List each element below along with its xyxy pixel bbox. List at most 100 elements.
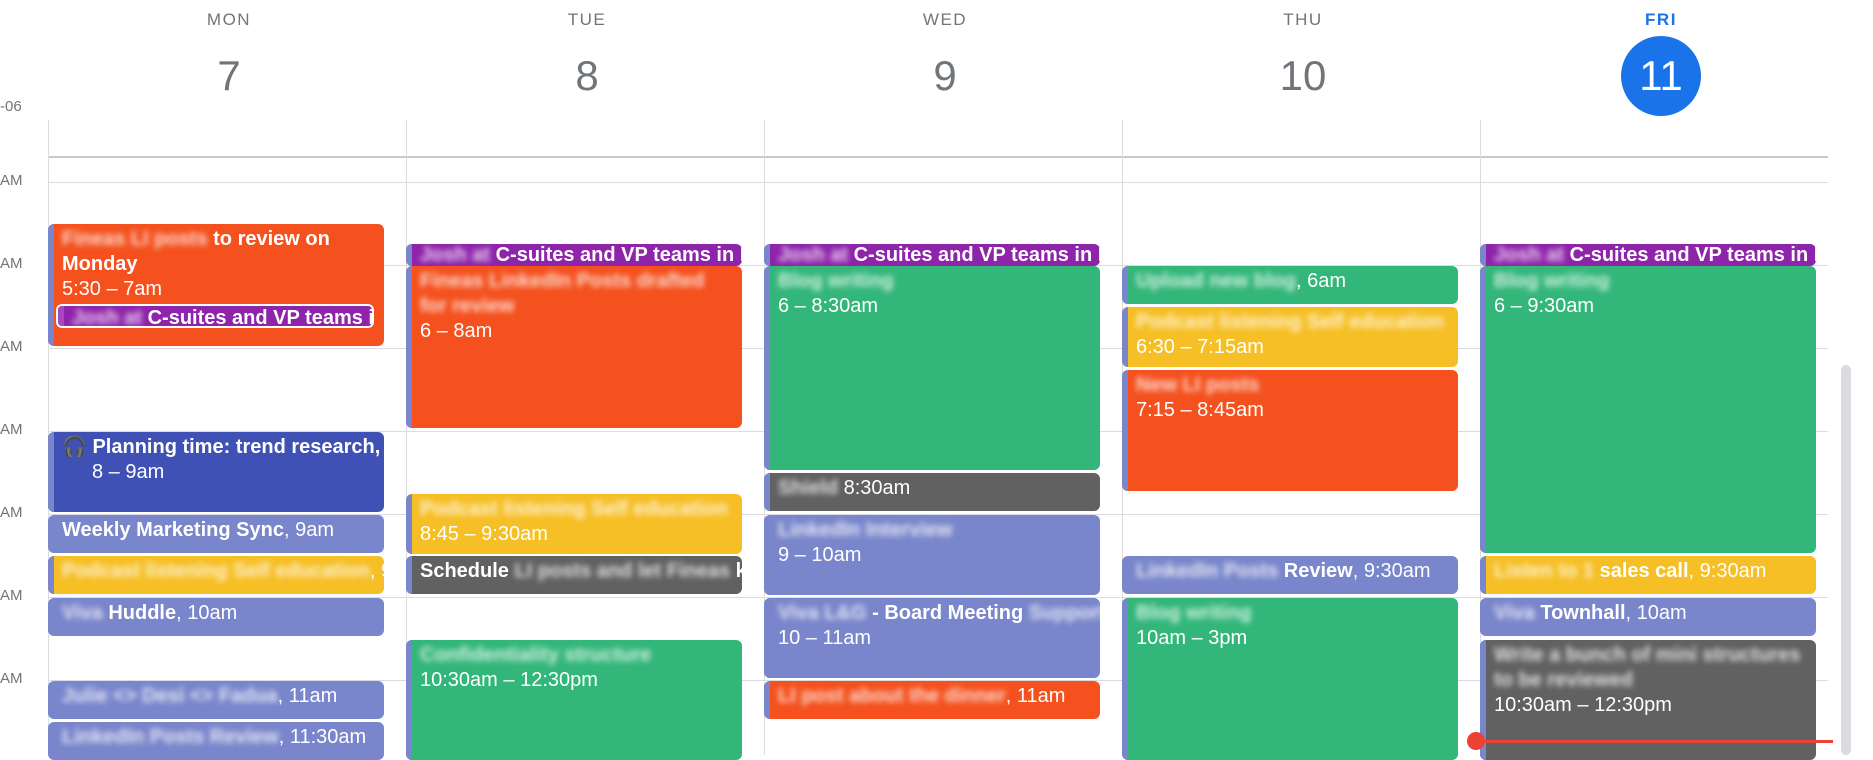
event-time: 6 – 8am [420, 320, 493, 342]
day-of-week: MON [206, 10, 252, 29]
event-title: Julie <> Desi <> Fadua, 11am [62, 685, 338, 707]
hour-label: AM [0, 172, 23, 189]
vertical-scrollbar[interactable] [1841, 365, 1851, 755]
event-title: Blog writing [1136, 602, 1252, 624]
day-of-week: WED [922, 10, 968, 29]
hour-gridline [48, 182, 1828, 183]
event-block[interactable]: LinkedIn Posts Review, 9:30am [1122, 556, 1458, 594]
day-header-wed[interactable]: WED 9 [796, 0, 1094, 116]
event-time: 6 – 8:30am [778, 295, 879, 317]
event-block[interactable]: 🎧 Planning time: trend research, 8 – 9am [48, 432, 384, 512]
current-time-line [1478, 740, 1833, 743]
event-title: Fineas LI posts to review on Monday [62, 228, 330, 275]
event-block[interactable]: LinkedIn Interview 9 – 10am [764, 515, 1100, 595]
event-block[interactable]: Viva L&G - Board Meeting Support 10 – 11… [764, 598, 1100, 678]
event-time: 8:45 – 9:30am [420, 523, 548, 545]
current-time-dot [1467, 732, 1485, 750]
event-block[interactable]: Podcast listening Self education 8:45 – … [406, 494, 742, 554]
event-block[interactable]: LinkedIn Posts Review, 11:30am [48, 722, 384, 760]
event-block[interactable]: Fineas LinkedIn Posts drafted for review… [406, 266, 742, 428]
event-title: Blog writing [1494, 270, 1610, 292]
event-color-strip [764, 266, 770, 470]
event-color-strip [764, 473, 770, 511]
event-block[interactable]: Viva Huddle, 10am [48, 598, 384, 636]
event-color-strip [764, 598, 770, 678]
event-block[interactable]: Schedule LI posts and let Fineas k [406, 556, 742, 594]
event-color-strip [764, 681, 770, 719]
event-color-strip [406, 494, 412, 554]
event-color-strip [1122, 370, 1128, 491]
event-block[interactable]: Weekly Marketing Sync, 9am [48, 515, 384, 553]
event-time: 10am – 3pm [1136, 627, 1248, 649]
event-title: Listen to 1 sales call, 9:30am [1494, 560, 1767, 582]
event-title: Viva Huddle, 10am [62, 602, 238, 624]
day-number[interactable]: 10 [1154, 36, 1452, 116]
event-title: Upload new blog, 6am [1136, 270, 1347, 292]
event-time: 8 – 9am [92, 461, 165, 483]
event-block[interactable]: Blog writing 10am – 3pm [1122, 598, 1458, 760]
hour-label: AM [0, 504, 23, 521]
event-time: 6 – 9:30am [1494, 295, 1595, 317]
timezone-label: -06 [0, 98, 22, 115]
event-color-strip [1122, 266, 1128, 304]
event-color-strip [764, 244, 770, 266]
event-block[interactable]: Confidentiality structure 10:30am – 12:3… [406, 640, 742, 760]
event-color-strip [1122, 598, 1128, 760]
day-number-today[interactable]: 11 [1512, 36, 1810, 116]
event-title: Viva Townhall, 10am [1494, 602, 1687, 624]
hour-label: AM [0, 670, 23, 687]
event-block[interactable]: Podcast listening Self education, 9 [48, 556, 384, 594]
event-block[interactable]: Julie <> Desi <> Fadua, 11am [48, 681, 384, 719]
event-color-strip [406, 244, 412, 266]
hour-label: AM [0, 587, 23, 604]
event-color-strip [406, 556, 412, 594]
hour-label: AM [0, 255, 23, 272]
event-block[interactable]: Josh at C-suites and VP teams in LI to [764, 244, 1100, 266]
event-block[interactable]: New LI posts 7:15 – 8:45am [1122, 370, 1458, 491]
day-number[interactable]: 9 [796, 36, 1094, 116]
day-header-fri[interactable]: FRI 11 [1512, 0, 1810, 116]
day-header-mon[interactable]: MON 7 [80, 0, 378, 116]
day-header-thu[interactable]: THU 10 [1154, 0, 1452, 116]
day-number[interactable]: 8 [438, 36, 736, 116]
day-number[interactable]: 7 [80, 36, 378, 116]
event-title: Confidentiality structure [420, 644, 652, 666]
day-of-week: THU [1283, 10, 1323, 29]
event-time: 6:30 – 7:15am [1136, 336, 1264, 358]
event-time: 10:30am – 12:30pm [420, 669, 598, 691]
event-color-strip [1122, 307, 1128, 367]
event-color-strip [406, 266, 412, 428]
event-block[interactable]: Viva Townhall, 10am [1480, 598, 1816, 636]
event-color-strip [48, 556, 54, 594]
event-title: Write a bunch of mini structures to be r… [1494, 644, 1801, 691]
event-color-strip [406, 640, 412, 760]
event-title: Podcast listening Self education [1136, 311, 1444, 333]
event-color-strip [1480, 266, 1486, 553]
day-of-week: TUE [567, 10, 607, 29]
event-block[interactable]: Blog writing 6 – 9:30am [1480, 266, 1816, 553]
event-color-strip [764, 515, 770, 595]
event-block[interactable]: Josh at C-suites and VP teams in LI to [406, 244, 742, 266]
event-block[interactable]: Fineas LI posts to review on Monday 5:30… [48, 224, 384, 346]
event-color-strip [58, 306, 64, 326]
event-block[interactable]: Josh at C-suites and VP teams in LI to [1480, 244, 1816, 266]
event-block[interactable]: Josh at C-suites and VP teams in LI [56, 304, 374, 328]
headphones-icon: 🎧 [62, 436, 87, 458]
event-block[interactable]: Blog writing 6 – 8:30am [764, 266, 1100, 470]
event-color-strip [1480, 244, 1486, 266]
event-block[interactable]: Podcast listening Self education 6:30 – … [1122, 307, 1458, 367]
today-circle: 11 [1621, 36, 1701, 116]
event-color-strip [48, 224, 54, 346]
event-title: LI post about the dinner, 11am [778, 685, 1066, 707]
day-header-tue[interactable]: TUE 8 [438, 0, 736, 116]
event-block[interactable]: Listen to 1 sales call, 9:30am [1480, 556, 1816, 594]
event-time: 9 – 10am [778, 544, 862, 566]
all-day-divider [48, 156, 1828, 158]
event-color-strip [48, 432, 54, 512]
event-block[interactable]: Shield 8:30am [764, 473, 1100, 511]
event-title: LinkedIn Interview [778, 519, 953, 541]
event-title: Fineas LinkedIn Posts drafted for review [420, 270, 705, 317]
event-block[interactable]: Upload new blog, 6am [1122, 266, 1458, 304]
hour-label: AM [0, 338, 23, 355]
event-block[interactable]: LI post about the dinner, 11am [764, 681, 1100, 719]
